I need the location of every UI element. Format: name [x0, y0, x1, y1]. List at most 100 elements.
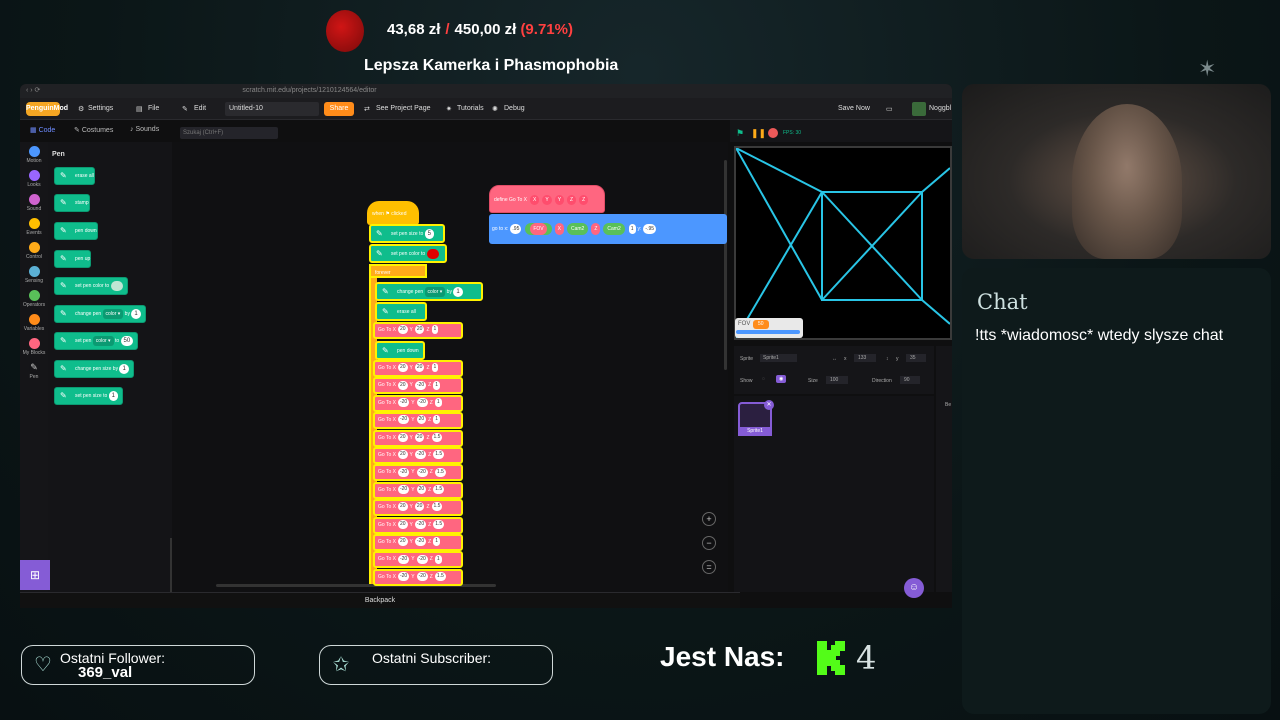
z-input[interactable]: 1.5 [431, 432, 443, 442]
zoom-out-icon[interactable]: − [702, 536, 716, 550]
url-bar[interactable]: ‹ › ⟳ scratch.mit.edu/projects/121012456… [20, 84, 952, 98]
arg-z[interactable]: Z [579, 195, 589, 205]
visible-eye-icon[interactable]: ◉ [776, 375, 787, 383]
x-input[interactable]: -20 [397, 415, 410, 425]
file-menu[interactable]: File [148, 105, 159, 112]
goto-xyz-block[interactable]: Go To X -20 Y -20 Z 1.5 [373, 568, 463, 586]
tutorials-icon[interactable]: ✷ [446, 105, 452, 113]
x-input[interactable]: 20 [397, 325, 408, 335]
pen-down-block[interactable]: pen down [375, 341, 425, 360]
goto-xyz-block[interactable]: Go To X 20 Y 20 Z 1.5 [373, 499, 463, 517]
category-sensing[interactable]: Sensing [22, 266, 46, 284]
value-input[interactable]: 5 [424, 228, 434, 239]
settings-menu[interactable]: Settings [88, 105, 113, 112]
cam-reporter[interactable]: Cam2 [566, 223, 589, 235]
z-input[interactable]: 1.5 [433, 484, 445, 494]
goto-xyz-block[interactable]: Go To X 20 Y 20 Z 1.5 [373, 429, 463, 447]
palette-block-change-pen-size[interactable]: change pen size by 1 [54, 360, 134, 378]
goto-xyz-block[interactable]: Go To X -20 Y 20 Z 1 [373, 412, 463, 430]
pause-icon[interactable]: ❚❚ [751, 128, 766, 138]
category-events[interactable]: Events [22, 218, 46, 236]
palette-block-set-pen-color[interactable]: set pen color to [54, 277, 128, 295]
y-input[interactable]: -20 [416, 467, 428, 477]
z-input[interactable]: 1.5 [433, 450, 445, 460]
goto-xyz-block[interactable]: Go To X 20 Y -20 Z 1.5 [373, 516, 463, 534]
stage-canvas[interactable] [734, 146, 952, 340]
x-input[interactable]: 20 [397, 537, 408, 547]
add-sprite-icon[interactable]: ☺ [904, 578, 924, 598]
palette-block-pen-down[interactable]: pen down [54, 222, 98, 240]
x-reporter[interactable]: X [554, 223, 564, 235]
z-input[interactable]: 1 [434, 397, 442, 407]
z-input[interactable]: 1 [431, 325, 439, 335]
z-input[interactable]: 1 [433, 537, 440, 547]
palette-block-stamp[interactable]: stamp [54, 194, 90, 212]
x-input[interactable]: -20 [397, 571, 410, 581]
zoom-reset-icon[interactable]: = [702, 560, 716, 574]
category-looks[interactable]: Looks [22, 170, 46, 188]
delete-sprite-icon[interactable]: ✕ [764, 400, 774, 410]
red-color-swatch[interactable] [426, 248, 439, 259]
y-input[interactable]: 20 [414, 502, 425, 512]
palette-block-change-pen[interactable]: change pen color ▾ by 1 [54, 305, 146, 323]
x-input[interactable]: 20 [397, 519, 408, 529]
goto-xyz-block[interactable]: Go To X -20 Y -20 Z 1 [373, 394, 463, 412]
see-project-icon[interactable]: ⇄ [364, 105, 370, 113]
x-input[interactable]: 20 [397, 450, 408, 460]
hidden-eye-icon[interactable]: ◌ [762, 376, 765, 382]
erase-all-block[interactable]: erase all [375, 302, 427, 321]
z-input[interactable]: 1.5 [434, 467, 446, 477]
pen-param-dropdown[interactable]: color ▾ [92, 335, 114, 346]
zoom-in-icon[interactable]: + [702, 512, 716, 526]
value-input[interactable]: 1 [628, 224, 636, 234]
x-input[interactable]: 133 [854, 354, 877, 362]
y-input[interactable]: -20 [414, 519, 427, 529]
category-pen[interactable]: ✎ Pen [22, 362, 46, 380]
size-input[interactable]: 100 [826, 376, 849, 384]
y-input[interactable]: -20 [416, 571, 428, 581]
sprite-name-input[interactable]: Sprite1 [760, 354, 797, 362]
value-input[interactable]: 50 [120, 335, 134, 346]
stop-icon[interactable] [768, 128, 778, 138]
project-title-input[interactable]: Untitled-10 [225, 102, 319, 116]
palette-block-set-pen-size[interactable]: set pen size to 1 [54, 387, 123, 405]
z-input[interactable]: 1.5 [434, 571, 446, 581]
settings-icon[interactable]: ⚙ [78, 105, 84, 113]
add-extension-icon[interactable]: ⊞ [20, 560, 50, 590]
set-pen-size-block[interactable]: set pen size to 5 [369, 224, 445, 243]
z-input[interactable]: 1 [433, 380, 440, 390]
share-button[interactable]: Share [324, 102, 354, 116]
edit-icon[interactable]: ✎ [182, 105, 188, 113]
fov-reporter[interactable]: FOV [530, 223, 547, 235]
category-sound[interactable]: Sound [22, 194, 46, 212]
value-input[interactable]: -.95 [643, 224, 657, 234]
file-icon[interactable]: ▤ [136, 105, 143, 113]
operator-block[interactable]: FOV [525, 223, 552, 235]
goto-xyz-block[interactable]: Go To X 20 Y -20 Z 1 [373, 377, 463, 395]
palette-block-erase-all[interactable]: erase all [54, 167, 95, 185]
x-input[interactable]: 20 [397, 502, 408, 512]
username[interactable]: Noggbl [929, 105, 951, 112]
goto-xyz-block[interactable]: Go To X 20 Y -20 Z 1.5 [373, 447, 463, 464]
z-input[interactable]: 1 [433, 415, 440, 425]
tab-costumes[interactable]: ✎ Costumes [74, 126, 113, 134]
tab-sounds[interactable]: ♪ Sounds [130, 126, 159, 133]
y-input[interactable]: 20 [414, 432, 425, 442]
goto-xyz-block[interactable]: Go To X -20 Y -20 Z 1 [373, 551, 463, 569]
url-text[interactable]: scratch.mit.edu/projects/1210124564/edit… [242, 87, 376, 94]
green-flag-icon[interactable]: ⚑ [736, 128, 746, 138]
forever-block[interactable]: forever [369, 264, 427, 278]
z-reporter[interactable]: Z [591, 223, 601, 235]
palette-block-pen-up[interactable]: pen up [54, 250, 92, 268]
set-pen-color-block[interactable]: set pen color to [369, 244, 447, 263]
palette-scrollbar[interactable] [170, 538, 172, 592]
change-pen-color-block[interactable]: change pen color ▾ by 1 [375, 282, 483, 301]
y-input[interactable]: -20 [416, 554, 428, 564]
goto-xyz-block[interactable]: Go To X -20 Y 20 Z 1.5 [373, 481, 463, 499]
value-input[interactable]: 1 [453, 286, 463, 297]
x-input[interactable]: -20 [397, 484, 410, 494]
edit-menu[interactable]: Edit [194, 105, 206, 112]
define-block[interactable]: define Go To XXYYZZ [489, 185, 605, 213]
y-input[interactable]: 20 [416, 484, 427, 494]
tab-code[interactable]: ▦ Code [30, 126, 55, 134]
